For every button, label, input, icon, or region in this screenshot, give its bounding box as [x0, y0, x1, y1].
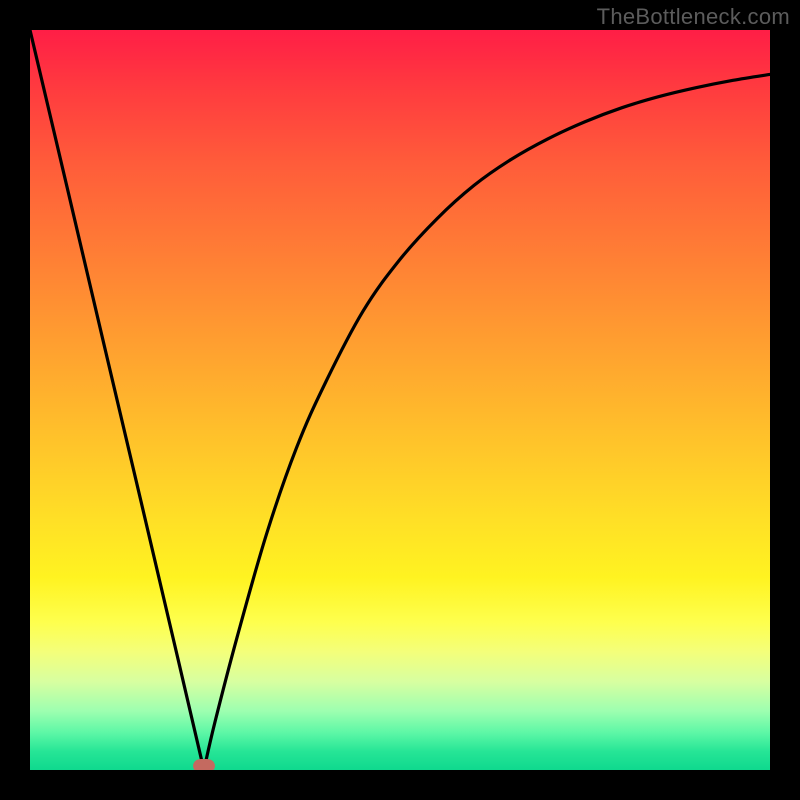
- plot-area: [30, 30, 770, 770]
- bottleneck-curve: [30, 30, 770, 770]
- watermark-text: TheBottleneck.com: [597, 4, 790, 30]
- chart-container: TheBottleneck.com: [0, 0, 800, 800]
- min-marker: [193, 759, 215, 770]
- curve-path: [30, 30, 770, 770]
